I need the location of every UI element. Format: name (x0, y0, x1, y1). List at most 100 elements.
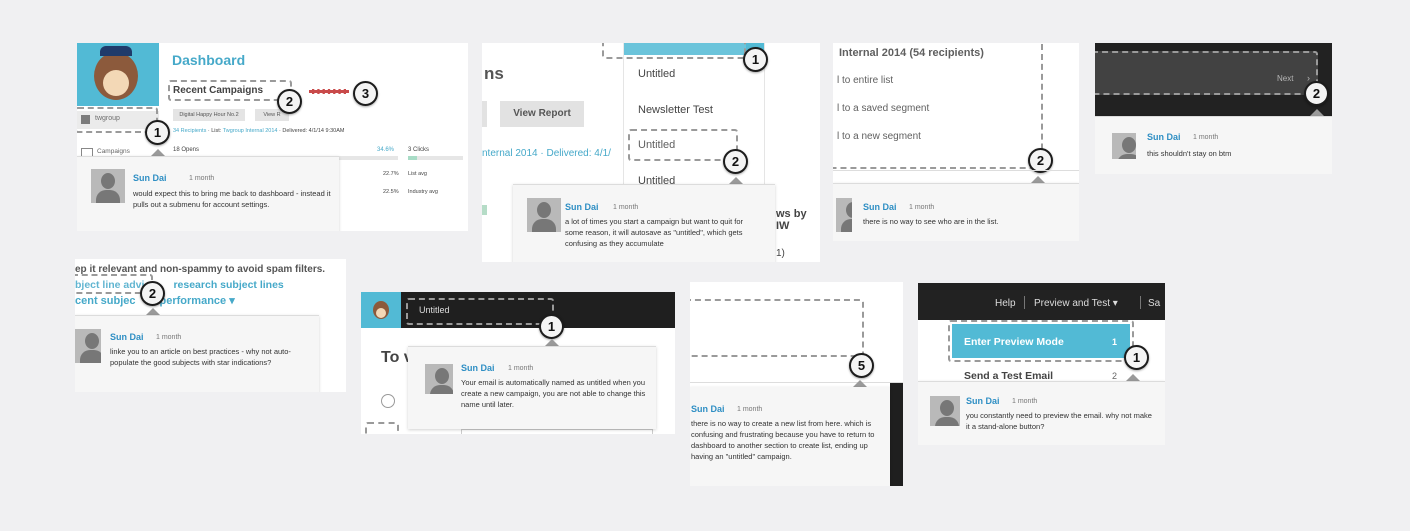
highlight-box-2 (628, 129, 738, 161)
side-text-2: 1) (776, 248, 785, 259)
industry-avg-label: Industry avg (408, 189, 438, 195)
comment-card: Sun Dai 1 month you constantly need to p… (918, 381, 1165, 445)
comment-user[interactable]: Sun Dai (110, 332, 144, 342)
comment-text: Your email is automatically named as unt… (461, 378, 646, 409)
comment-time: 1 month (1193, 134, 1219, 141)
comment-time: 1 month (737, 406, 763, 413)
page-heading: ns (484, 64, 504, 83)
marker-2[interactable]: 2 (1304, 81, 1329, 106)
highlight-box-partial (365, 422, 399, 434)
marker-1[interactable]: 1 (539, 314, 564, 339)
menu-item-newsletter-test[interactable]: Newsletter Test (638, 104, 713, 116)
comment-user[interactable]: Sun Dai (461, 363, 495, 373)
marker-1[interactable]: 1 (743, 47, 768, 72)
comment-time: 1 month (508, 365, 534, 372)
highlight-box-1 (406, 298, 554, 325)
divider (833, 170, 1079, 171)
divider (690, 382, 903, 383)
button-partial[interactable] (482, 101, 487, 127)
bar-divider-2 (1140, 296, 1141, 309)
highlight-box-5 (690, 299, 864, 357)
mailchimp-logo[interactable] (77, 43, 159, 106)
tile-dashboard: Dashboard Recent Campaigns twgroup Digit… (77, 43, 468, 231)
comment-text: a lot of times you start a campaign but … (565, 217, 744, 248)
industry-avg-pct: 22.5% (383, 189, 399, 195)
tile-bottom-bar: Next › 2 Sun Dai 1 month this shouldn't … (1095, 43, 1332, 174)
campaign-button[interactable]: Digital Happy Hour No.2 (173, 109, 245, 121)
highlight-line-3 (309, 89, 349, 94)
comment-pointer (151, 149, 165, 156)
comment-card: Sun Dai 1 month a lot of times you start… (513, 184, 775, 262)
preview-and-test-menu[interactable]: Preview and Test ▾ (1034, 298, 1118, 309)
marker-2[interactable]: 2 (277, 89, 302, 114)
comment-time: 1 month (156, 334, 182, 341)
monkey-face-icon (94, 46, 138, 100)
comment-user[interactable]: Sun Dai (691, 404, 725, 414)
comment-text: would expect this to bring me back to da… (133, 189, 331, 209)
input-partial[interactable] (461, 429, 653, 434)
avatar (75, 329, 101, 363)
comment-time: 1 month (909, 204, 935, 211)
side-text: ws by IW (776, 208, 807, 232)
comment-card: Sun Dai 1 month there is no way to see w… (833, 183, 1079, 241)
comment-text: you constantly need to preview the email… (966, 411, 1152, 431)
menu-item-untitled[interactable]: Untitled (638, 68, 675, 80)
comment-card: Sun Dai 1 month would expect this to bri… (77, 156, 339, 231)
clicks-stat: 3 Clicks (408, 147, 430, 153)
radio-button[interactable] (381, 394, 395, 408)
marker-2[interactable]: 2 (140, 281, 165, 306)
avatar (527, 198, 561, 232)
comment-text: there is no way to see who are in the li… (863, 217, 999, 226)
comment-pointer (1310, 109, 1324, 116)
comment-pointer (853, 380, 867, 387)
comment-text: there is no way to create a new list fro… (691, 419, 875, 461)
clicks-bar (408, 156, 463, 160)
highlight-box-1 (602, 43, 746, 59)
comment-pointer (729, 177, 743, 184)
right-edge (890, 383, 903, 486)
comment-card: Sun Dai 1 month there is no way to creat… (690, 387, 890, 486)
avatar (91, 169, 125, 203)
help-link[interactable]: Help (995, 298, 1016, 309)
tile-subject-line: ep it relevant and non-spammy to avoid s… (75, 259, 346, 392)
highlight-box-2 (168, 80, 292, 101)
home-logo[interactable] (361, 292, 401, 328)
view-report-button[interactable]: View Report (500, 101, 584, 127)
comment-text: linke you to an article on best practice… (110, 347, 291, 367)
tile-campaign-name: Untitled 1 To v Sun Dai 1 month Your ema… (361, 292, 675, 434)
comment-user[interactable]: Sun Dai (966, 396, 1000, 406)
comment-card: Sun Dai 1 month linke you to an article … (75, 315, 319, 392)
tile-untitled-menu: ns View Report nternal 2014 · Delivered:… (482, 43, 820, 262)
comment-card: Sun Dai 1 month this shouldn't stay on b… (1095, 116, 1332, 174)
comment-card: Sun Dai 1 month Your email is automatica… (408, 346, 656, 429)
comment-pointer (146, 308, 160, 315)
avatar (930, 396, 960, 426)
comment-pointer (1126, 374, 1140, 381)
list-avg-label: List avg (408, 171, 427, 177)
bar-divider (1024, 296, 1025, 309)
comment-user[interactable]: Sun Dai (133, 173, 167, 183)
opens-pct: 34.6% (377, 147, 395, 153)
comment-user[interactable]: Sun Dai (565, 202, 599, 212)
monkey-face-icon (373, 301, 389, 319)
comment-text: this shouldn't stay on btm (1147, 149, 1232, 158)
green-bar (482, 205, 487, 215)
comment-user[interactable]: Sun Dai (1147, 132, 1181, 142)
comment-user[interactable]: Sun Dai (863, 202, 897, 212)
avatar (836, 198, 852, 232)
tile-preview: Help Preview and Test ▾ Sa Enter Preview… (918, 283, 1165, 445)
save-link[interactable]: Sa (1148, 298, 1160, 309)
comment-time: 1 month (1012, 398, 1038, 405)
list-avg-pct: 22.7% (383, 171, 399, 177)
highlight-box-1 (948, 320, 1134, 362)
avatar (1112, 133, 1136, 159)
marker-1[interactable]: 1 (145, 120, 170, 145)
marker-5[interactable]: 5 (849, 353, 874, 378)
avatar (425, 364, 453, 394)
opens-stat: 18 Opens (173, 147, 200, 153)
marker-3[interactable]: 3 (353, 81, 378, 106)
marker-2[interactable]: 2 (723, 149, 748, 174)
tile-create-list: 5 Sun Dai 1 month there is no way to cre… (690, 282, 903, 486)
marker-1[interactable]: 1 (1124, 345, 1149, 370)
comment-time: 1 month (189, 175, 215, 182)
